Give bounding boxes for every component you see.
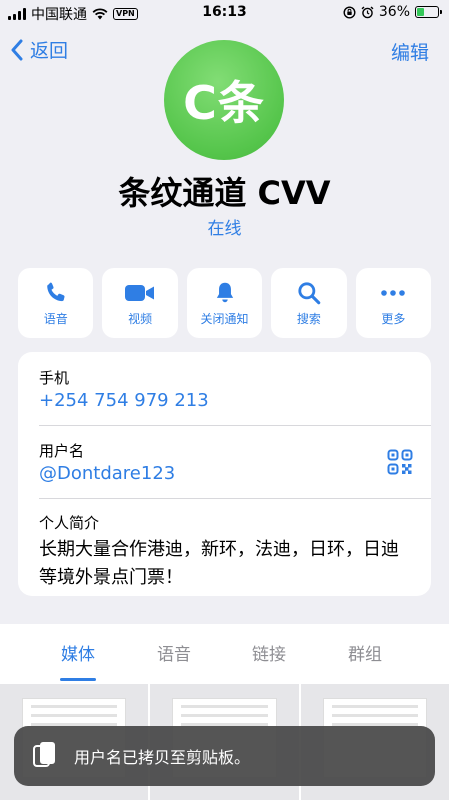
more-label: 更多 xyxy=(381,311,406,326)
online-status: 在线 xyxy=(207,219,242,239)
copy-icon xyxy=(33,742,55,767)
phone-icon xyxy=(46,282,65,301)
contact-name: 条纹通道 CVV xyxy=(118,174,331,212)
copied-toast: 用户名已拷贝至剪贴板。 xyxy=(14,726,435,786)
info-card: 手机 +254 754 979 213 用户名 @Dontdare123 个人简… xyxy=(18,352,431,596)
battery-percent: 36% xyxy=(378,4,410,20)
more-icon xyxy=(381,289,406,296)
search-button[interactable]: 搜索 xyxy=(271,268,347,338)
alarm-icon xyxy=(361,5,374,18)
video-call-label: 视频 xyxy=(128,311,153,326)
media-tabs: 媒体 语音 链接 群组 xyxy=(0,640,449,670)
chevron-left-icon xyxy=(11,39,23,60)
action-buttons: 语音 视频 关闭通知 搜索 更多 xyxy=(18,268,432,338)
bio-label: 个人简介 xyxy=(39,514,100,532)
edit-button[interactable]: 编辑 xyxy=(391,38,429,65)
toast-message: 用户名已拷贝至剪贴板。 xyxy=(74,748,251,767)
battery-icon xyxy=(415,6,442,18)
phone-number[interactable]: +254 754 979 213 xyxy=(39,390,209,411)
voice-call-label: 语音 xyxy=(43,311,68,326)
back-button[interactable]: 返回 xyxy=(10,36,68,63)
search-icon xyxy=(298,281,321,304)
avatar[interactable]: C条 xyxy=(164,40,284,160)
bell-icon xyxy=(216,282,233,302)
voice-call-button[interactable]: 语音 xyxy=(18,268,94,338)
bio-text: 长期大量合作港迪，新环，法迪，日环，日迪等境外景点门票！ xyxy=(39,539,399,588)
status-right: 36% xyxy=(343,4,442,20)
tab-media[interactable]: 媒体 xyxy=(61,640,95,665)
phone-row[interactable]: 手机 +254 754 979 213 xyxy=(18,352,431,424)
mute-notifications-label: 关闭通知 xyxy=(200,311,249,326)
tab-groups[interactable]: 群组 xyxy=(348,640,382,665)
orientation-lock-icon xyxy=(343,5,356,19)
active-tab-indicator xyxy=(60,678,96,681)
mute-notifications-button[interactable]: 关闭通知 xyxy=(186,268,263,338)
video-icon xyxy=(125,284,155,301)
phone-label: 手机 xyxy=(39,369,70,387)
qr-code-icon[interactable] xyxy=(387,449,413,475)
username-row[interactable]: 用户名 @Dontdare123 xyxy=(18,426,431,498)
username-label: 用户名 xyxy=(39,442,85,460)
tab-voice[interactable]: 语音 xyxy=(157,640,191,665)
video-call-button[interactable]: 视频 xyxy=(102,268,178,338)
username[interactable]: @Dontdare123 xyxy=(39,463,175,484)
back-label: 返回 xyxy=(30,40,69,62)
search-label: 搜索 xyxy=(296,311,321,326)
status-bar: 中国联通 VPN 16:13 36% xyxy=(0,0,449,26)
tab-links[interactable]: 链接 xyxy=(252,640,286,665)
more-button[interactable]: 更多 xyxy=(355,268,432,338)
